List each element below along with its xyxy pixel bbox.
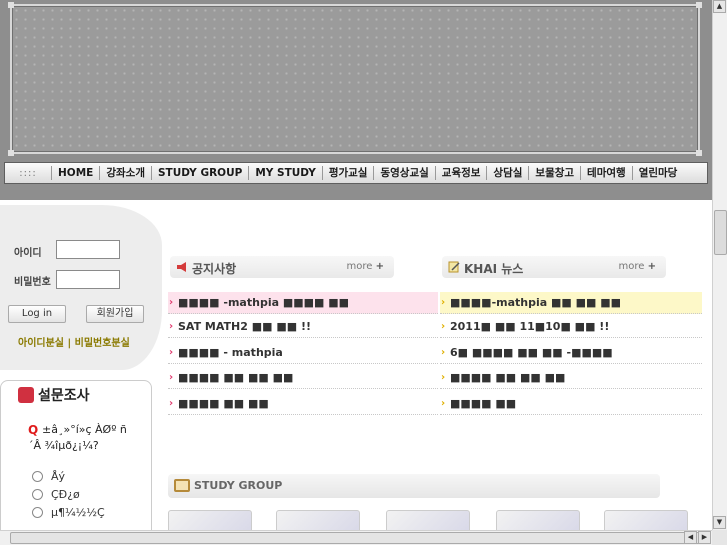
password-input[interactable] — [56, 270, 120, 289]
banner-corner — [696, 2, 702, 8]
study-group-title: STUDY GROUP — [194, 479, 283, 492]
notice-row[interactable]: ■■■■ -mathpia ■■■■ ■■ — [168, 292, 438, 314]
megaphone-icon — [177, 262, 186, 272]
news-more-link[interactable]: more + — [619, 261, 656, 272]
notice-row[interactable]: SAT MATH2 ■■ ■■ !! — [168, 316, 438, 338]
banner-corner — [8, 150, 14, 156]
nav-item-treasure[interactable]: 보물창고 — [528, 166, 580, 180]
news-row[interactable]: ■■■■ ■■ ■■ ■■ — [440, 367, 702, 389]
horizontal-scroll-thumb[interactable] — [10, 532, 700, 544]
news-row[interactable]: ■■■■ ■■ — [440, 393, 702, 415]
survey-title-text: 설문조사 — [38, 388, 90, 404]
news-row[interactable]: 6■ ■■■■ ■■ ■■ -■■■■ — [440, 342, 702, 364]
find-account-links[interactable]: 아이디분실 | 비밀번호분실 — [18, 334, 130, 349]
banner-corner — [8, 2, 14, 8]
question-mark-icon: Q — [28, 423, 39, 437]
nav-item-edu-info[interactable]: 교육정보 — [434, 166, 487, 180]
banner-flash-area — [8, 2, 702, 156]
password-label: 비밀번호 — [14, 277, 51, 288]
banner-corner — [696, 150, 702, 156]
memo-icon — [448, 261, 460, 273]
survey-option-label: µ¶¼½½Ç — [51, 506, 105, 519]
news-header: KHAI 뉴스 more + — [442, 256, 666, 278]
radio-button[interactable] — [32, 507, 43, 518]
study-group-header: STUDY GROUP — [168, 474, 660, 498]
scroll-down-icon[interactable]: ▼ — [713, 516, 726, 529]
book-icon — [174, 479, 190, 492]
id-label: 아이디 — [14, 248, 42, 259]
notice-row[interactable]: ■■■■ ■■ ■■ ■■ — [168, 367, 438, 389]
nav-item-course-intro[interactable]: 강좌소개 — [99, 166, 151, 180]
nav-grip-icon: :::: — [19, 167, 37, 179]
scroll-right-icon[interactable]: ▶ — [698, 531, 711, 544]
nav-item-home[interactable]: HOME — [51, 166, 99, 180]
nav-item-video-class[interactable]: 동영상교실 — [373, 166, 434, 180]
survey-option[interactable]: µ¶¼½½Ç — [32, 506, 105, 519]
notice-title: 공지사항 — [192, 262, 237, 276]
scroll-left-icon[interactable]: ◀ — [684, 531, 697, 544]
main-nav: :::: HOME 강좌소개 STUDY GROUP MY STUDY 평가교실… — [4, 162, 708, 184]
notice-row[interactable]: ■■■■ - mathpia — [168, 342, 438, 364]
survey-option[interactable]: ÇÐ¿ø — [32, 488, 80, 501]
survey-question: Q ±â¸»°í»ç ÀØº ñ´Â ¾îµð¿¡¼? — [28, 422, 138, 454]
news-row[interactable]: 2011■ ■■ 11■10■ ■■ !! — [440, 316, 702, 338]
survey-question-text: ±â¸»°í»ç ÀØº ñ´Â ¾îµð¿¡¼? — [28, 423, 127, 452]
survey-title: 설문조사 — [18, 385, 90, 405]
scroll-up-icon[interactable]: ▲ — [713, 0, 726, 13]
nav-item-open-square[interactable]: 열린마당 — [631, 166, 684, 180]
nav-item-my-study[interactable]: MY STUDY — [248, 166, 322, 180]
nav-item-counsel[interactable]: 상담실 — [486, 166, 528, 180]
notice-row[interactable]: ■■■■ ■■ ■■ — [168, 393, 438, 415]
login-button[interactable]: Log in — [8, 305, 66, 323]
news-row[interactable]: ■■■■-mathpia ■■ ■■ ■■ — [440, 292, 702, 314]
notice-more-link[interactable]: more + — [347, 261, 384, 272]
join-button[interactable]: 회원가입 — [86, 305, 144, 323]
pencil-icon — [18, 387, 34, 403]
vertical-scrollbar[interactable]: ▲ ▼ — [712, 0, 727, 530]
id-input[interactable] — [56, 240, 120, 259]
nav-item-study-group[interactable]: STUDY GROUP — [150, 166, 248, 180]
notice-header: 공지사항 more + — [170, 256, 394, 278]
nav-item-theme-trip[interactable]: 테마여행 — [580, 166, 632, 180]
survey-option[interactable]: Åý — [32, 470, 65, 483]
vertical-scroll-thumb[interactable] — [714, 210, 727, 255]
survey-option-label: Åý — [51, 470, 66, 483]
nav-item-evaluation[interactable]: 평가교실 — [321, 166, 374, 180]
scrollbar-corner — [712, 530, 727, 545]
news-title: KHAI 뉴스 — [464, 262, 524, 276]
horizontal-scrollbar[interactable]: ◀ ▶ — [0, 530, 712, 545]
survey-option-label: ÇÐ¿ø — [51, 488, 80, 501]
radio-button[interactable] — [32, 471, 43, 482]
radio-button[interactable] — [32, 489, 43, 500]
